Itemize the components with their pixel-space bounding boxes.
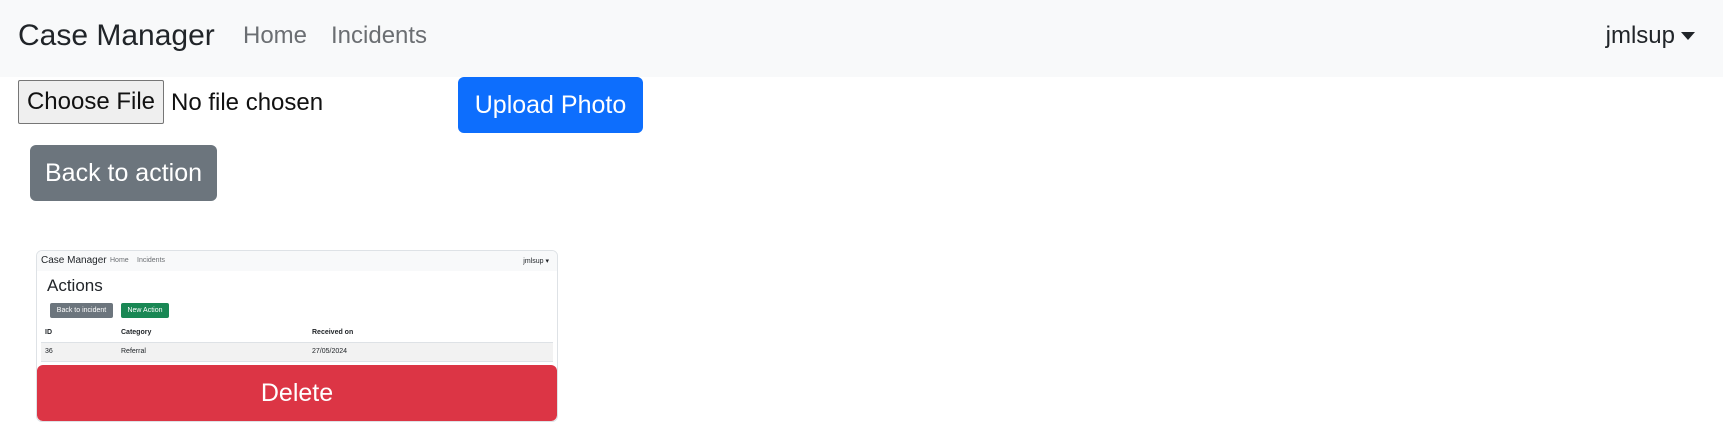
thumbnail-title: Actions: [47, 276, 103, 295]
table-cell: Referral: [117, 342, 308, 362]
thumbnail-table-header: ID Category Received on: [41, 323, 553, 343]
photo-card: Case Manager Home Incidents jmlsup ▾ Act…: [36, 250, 558, 422]
back-to-action-button[interactable]: Back to action: [30, 145, 217, 201]
thumbnail-col-received: Received on: [308, 323, 553, 343]
navbar-brand[interactable]: Case Manager: [18, 18, 215, 54]
thumbnail-back-button: Back to incident: [50, 303, 113, 318]
thumbnail-user: jmlsup ▾: [523, 258, 549, 265]
thumbnail-new-button: New Action: [121, 303, 169, 318]
table-cell: 36: [41, 342, 117, 362]
user-menu-dropdown[interactable]: jmlsup: [1606, 21, 1695, 51]
thumbnail-table: ID Category Received on 36 Referral 27/0…: [41, 323, 553, 362]
thumbnail-col-category: Category: [117, 323, 308, 343]
nav-link-incidents[interactable]: Incidents: [331, 21, 427, 51]
thumbnail-link-home: Home: [110, 257, 129, 264]
thumbnail-navbar: Case Manager Home Incidents jmlsup ▾: [37, 251, 557, 271]
choose-file-button[interactable]: Choose File: [18, 80, 164, 124]
table-row: 36 Referral 27/05/2024: [41, 342, 553, 362]
top-navbar: Case Manager Home Incidents jmlsup: [0, 0, 1723, 77]
thumbnail-col-id: ID: [41, 323, 117, 343]
thumbnail-user-label: jmlsup: [523, 258, 544, 265]
user-menu-label: jmlsup: [1605, 22, 1675, 49]
delete-photo-button[interactable]: Delete: [37, 365, 557, 421]
file-status-text: No file chosen: [171, 89, 324, 116]
thumbnail-brand: Case Manager: [41, 255, 107, 266]
thumbnail-link-incidents: Incidents: [137, 257, 166, 264]
upload-photo-button[interactable]: Upload Photo: [458, 77, 643, 133]
caret-down-icon: [1681, 32, 1695, 40]
table-cell: 27/05/2024: [308, 342, 553, 362]
nav-link-home[interactable]: Home: [243, 21, 307, 51]
